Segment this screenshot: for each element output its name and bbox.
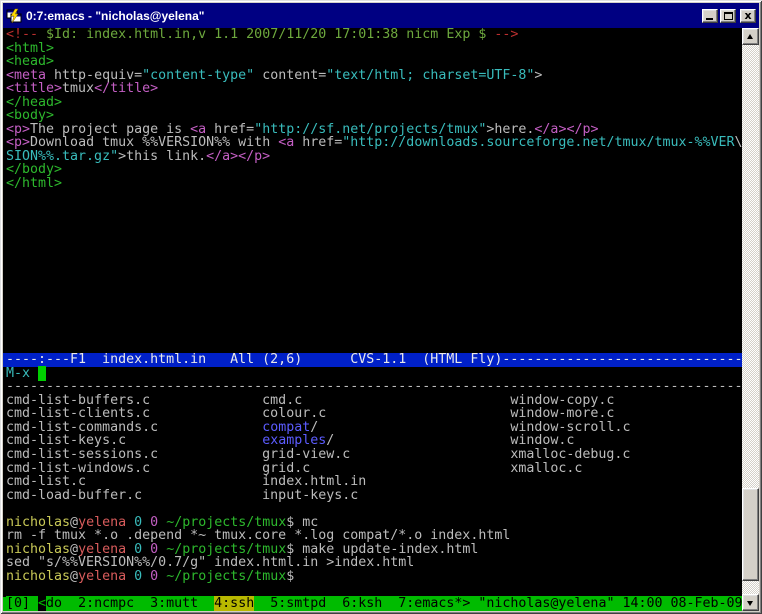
text-segment: 0 bbox=[150, 569, 158, 584]
text-segment: >this link. bbox=[118, 149, 206, 164]
terminal-line bbox=[3, 258, 742, 272]
terminal-line: <title>tmux</title> bbox=[3, 82, 742, 96]
text-segment: --> bbox=[494, 28, 518, 42]
text-segment: ----:---F1 index.html.in All (2,6) CVS-1… bbox=[6, 352, 742, 367]
session-indicator: [0] bbox=[6, 596, 38, 611]
terminal-line: cmd-list-clients.c colour.c window-more.… bbox=[3, 407, 742, 421]
text-segment bbox=[158, 569, 166, 584]
text-segment: "text/html; charset=UTF-8" bbox=[326, 68, 534, 83]
close-icon: x bbox=[741, 10, 755, 22]
terminal-line: sed "s/%%VERSION%%/0.7/g" index.html.in … bbox=[3, 556, 742, 570]
terminal-line: <body> bbox=[3, 109, 742, 123]
text-segment: content= bbox=[254, 68, 326, 83]
text-segment: tmux bbox=[62, 81, 94, 96]
scroll-down-button[interactable] bbox=[742, 594, 759, 611]
text-segment bbox=[126, 569, 134, 584]
terminal-client-area: <!-- $Id: index.html.in,v 1.1 2007/11/20… bbox=[3, 28, 759, 611]
terminal-line bbox=[3, 218, 742, 232]
pane-separator-line: ----------------------------------------… bbox=[3, 380, 742, 394]
terminal-line bbox=[3, 312, 742, 326]
emacs-mode-line: ----:---F1 index.html.in All (2,6) CVS-1… bbox=[3, 353, 742, 367]
terminal-line: </body> bbox=[3, 163, 742, 177]
text-segment: @ bbox=[70, 569, 78, 584]
terminal-line: cmd-list-sessions.c grid-view.c xmalloc-… bbox=[3, 448, 742, 462]
terminal-line: SION%%.tar.gz">this link.</a></p> bbox=[3, 150, 742, 164]
terminal-line: <p>The project page is <a href="http://s… bbox=[3, 123, 742, 137]
scrollbar bbox=[742, 28, 759, 611]
terminal-line: rm -f tmux *.o .depend *~ tmux.core *.lo… bbox=[3, 529, 742, 543]
shell-prompt-line: nicholas@yelena 0 0 ~/projects/tmux$ mc bbox=[3, 516, 742, 530]
maximize-button[interactable] bbox=[720, 9, 736, 23]
truncation-indicator: < bbox=[38, 596, 46, 611]
text-segment: "http://downloads.sourceforge.net/tmux/t… bbox=[342, 135, 734, 150]
putty-window: 0:7:emacs - "nicholas@yelena" x <!-- $Id… bbox=[0, 0, 762, 614]
maximize-icon bbox=[724, 12, 733, 20]
close-button[interactable]: x bbox=[740, 9, 756, 23]
text-segment: > bbox=[534, 68, 542, 83]
text-segment: <a bbox=[278, 135, 294, 150]
terminal-line bbox=[3, 502, 742, 516]
scrollbar-thumb[interactable] bbox=[742, 488, 759, 581]
terminal-line bbox=[3, 299, 742, 313]
terminal-line: cmd-list.c index.html.in bbox=[3, 475, 742, 489]
terminal-line: <html> bbox=[3, 42, 742, 56]
text-segment: </html> bbox=[6, 176, 62, 191]
window-alert-4-ssh: 4:ssh bbox=[214, 596, 254, 611]
terminal-line: <meta http-equiv="content-type" content=… bbox=[3, 69, 742, 83]
terminal-line bbox=[3, 340, 742, 354]
window-title: 0:7:emacs - "nicholas@yelena" bbox=[26, 9, 698, 23]
text-segment: "content-type" bbox=[142, 68, 254, 83]
text-segment: </a></p> bbox=[206, 149, 270, 164]
text-segment: \ bbox=[735, 135, 742, 150]
text-segment bbox=[142, 569, 150, 584]
text-segment: ~/projects/tmux bbox=[166, 569, 286, 584]
scroll-up-button[interactable] bbox=[742, 28, 759, 45]
minimize-icon bbox=[706, 18, 713, 20]
terminal-line bbox=[3, 583, 742, 597]
terminal-line bbox=[3, 204, 742, 218]
terminal-line bbox=[3, 272, 742, 286]
shell-prompt-line: nicholas@yelena 0 0 ~/projects/tmux$ mak… bbox=[3, 543, 742, 557]
minibuffer-line: M-x bbox=[3, 367, 742, 381]
titlebar[interactable]: 0:7:emacs - "nicholas@yelena" x bbox=[3, 3, 759, 28]
text-segment: 0 bbox=[134, 569, 142, 584]
terminal-line: </html> bbox=[3, 177, 742, 191]
terminal-line: cmd-load-buffer.c input-keys.c bbox=[3, 489, 742, 503]
status-right: "nicholas@yelena" 14:00 08-Feb-09 bbox=[478, 596, 742, 611]
shell-prompt-line: nicholas@yelena 0 0 ~/projects/tmux$ bbox=[3, 570, 742, 584]
tmux-status-line: [0] <do 2:ncmpc 3:mutt 4:ssh 5:smtpd 6:k… bbox=[3, 597, 742, 611]
terminal-line: cmd-list-windows.c grid.c xmalloc.c bbox=[3, 462, 742, 476]
terminal-line bbox=[3, 245, 742, 259]
terminal-line bbox=[3, 285, 742, 299]
text-segment: $ bbox=[286, 569, 294, 584]
terminal-line bbox=[3, 231, 742, 245]
terminal-line: <head> bbox=[3, 55, 742, 69]
terminal-line: cmd-list-commands.c compat/ window-scrol… bbox=[3, 421, 742, 435]
window-list-left: do 2:ncmpc 3:mutt bbox=[46, 596, 214, 611]
text-segment: </title> bbox=[94, 81, 158, 96]
terminal-line bbox=[3, 191, 742, 205]
terminal-line: </head> bbox=[3, 96, 742, 110]
terminal-line bbox=[3, 326, 742, 340]
putty-app-icon[interactable] bbox=[6, 8, 22, 24]
window-list-right: 5:smtpd 6:ksh 7:emacs*> bbox=[254, 596, 478, 611]
text-segment: $Id: index.html.in,v 1.1 2007/11/20 17:0… bbox=[46, 28, 486, 42]
terminal-line: <p>Download tmux %%VERSION%% with <a hre… bbox=[3, 136, 742, 150]
text-segment: nicholas bbox=[6, 569, 70, 584]
text-segment: yelena bbox=[78, 569, 126, 584]
arrow-down-icon bbox=[747, 601, 753, 606]
emacs-comment-line: <!-- $Id: index.html.in,v 1.1 2007/11/20… bbox=[3, 28, 742, 42]
arrow-up-icon bbox=[747, 34, 753, 39]
text-segment: cmd-load-buffer.c input-keys.c bbox=[6, 488, 358, 503]
terminal-screen[interactable]: <!-- $Id: index.html.in,v 1.1 2007/11/20… bbox=[3, 28, 742, 611]
terminal-line: cmd-list-keys.c examples/ window.c bbox=[3, 434, 742, 448]
terminal-line: cmd-list-buffers.c cmd.c window-copy.c bbox=[3, 394, 742, 408]
window-controls: x bbox=[702, 9, 756, 23]
text-segment: href= bbox=[294, 135, 342, 150]
minimize-button[interactable] bbox=[702, 9, 718, 23]
